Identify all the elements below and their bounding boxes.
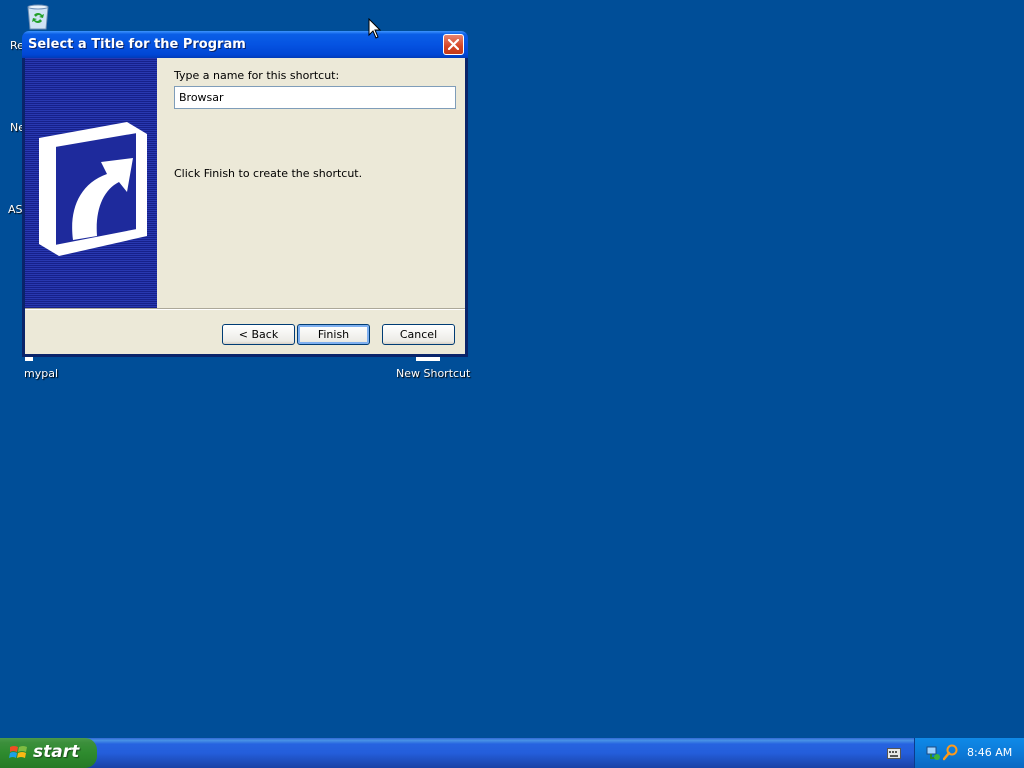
back-button[interactable]: < Back	[222, 324, 295, 345]
cancel-button[interactable]: Cancel	[382, 324, 455, 345]
taskbar: start 8:46 AM	[0, 738, 1024, 768]
network-icon[interactable]	[925, 745, 941, 761]
dialog-title: Select a Title for the Program	[28, 37, 246, 52]
close-icon	[448, 39, 459, 50]
shortcut-name-label: Type a name for this shortcut:	[174, 69, 340, 82]
mouse-cursor-icon	[368, 18, 382, 39]
desktop-icon-label-as[interactable]: AS	[8, 203, 23, 216]
mypal-icon[interactable]	[25, 357, 33, 361]
new-shortcut-icon[interactable]	[416, 357, 440, 361]
recycle-bin-icon[interactable]	[25, 3, 51, 31]
system-tray: 8:46 AM	[914, 738, 1024, 768]
dialog-titlebar[interactable]: Select a Title for the Program	[22, 31, 468, 58]
create-shortcut-dialog: Select a Title for the Program Type a na…	[22, 31, 468, 357]
finish-button[interactable]: Finish	[297, 324, 370, 345]
desktop-icon-label-new-shortcut[interactable]: New Shortcut	[396, 367, 470, 380]
dialog-separator	[25, 308, 465, 310]
desktop-icon-label-mypal[interactable]: mypal	[24, 367, 58, 380]
shortcut-arrow-icon	[39, 122, 147, 256]
start-button[interactable]: start	[0, 738, 97, 768]
desktop: Re Ne AS mypal New Shortcut Select a Tit…	[0, 0, 1024, 738]
start-label: start	[33, 742, 80, 762]
windows-logo-icon	[9, 746, 27, 758]
search-icon[interactable]	[943, 744, 959, 761]
taskbar-clock[interactable]: 8:46 AM	[967, 746, 1012, 759]
finish-hint-text: Click Finish to create the shortcut.	[174, 167, 363, 180]
dialog-body: Type a name for this shortcut: Click Fin…	[25, 58, 465, 354]
shortcut-name-input[interactable]	[174, 86, 456, 109]
keyboard-language-icon[interactable]	[887, 748, 901, 759]
wizard-banner	[25, 58, 157, 308]
close-button[interactable]	[443, 34, 464, 55]
